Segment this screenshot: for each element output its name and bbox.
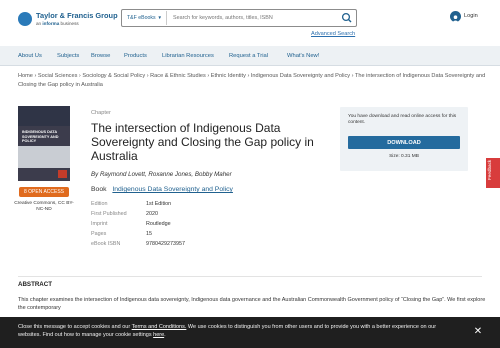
open-access-badge: 8 OPEN ACCESS <box>19 187 69 197</box>
meta-row: eBook ISBN 9780429273957 <box>91 239 261 249</box>
abstract-text: This chapter examines the intersection o… <box>18 297 486 311</box>
cookie-banner: Close this message to accept cookies and… <box>0 317 500 348</box>
meta-value: 15 <box>146 231 152 237</box>
authors: By Raymond Lovett, Roxanne Jones, Bobby … <box>91 171 232 178</box>
nav-request-trial[interactable]: Request a Trial <box>229 53 268 59</box>
cover-art <box>18 146 70 168</box>
search-scope-label: T&F eBooks <box>127 15 156 21</box>
search-icon <box>341 12 352 23</box>
book-title-link[interactable]: Indigenous Data Sovereignty and Policy <box>112 186 233 193</box>
nav-whats-new[interactable]: What's New! <box>287 53 319 59</box>
meta-row: Imprint Routledge <box>91 219 261 229</box>
user-icon <box>450 11 461 23</box>
book-cover-image[interactable]: INDIGENOUS DATA SOVEREIGNTY AND POLICY <box>18 106 70 181</box>
meta-row: First Published 2020 <box>91 209 261 219</box>
meta-key: Imprint <box>91 221 108 227</box>
nav-browse[interactable]: Browse <box>91 53 110 59</box>
page-title: The intersection of Indigenous Data Sove… <box>91 121 314 163</box>
logo-sub-suffix: business <box>60 21 79 26</box>
feedback-label: Feedback <box>487 159 492 180</box>
close-icon[interactable]: ✕ <box>472 326 484 338</box>
meta-row: Edition 1st Edition <box>91 199 261 209</box>
search-scope-select[interactable]: T&F eBooks ▼ <box>123 11 167 25</box>
meta-key: Edition <box>91 201 108 207</box>
meta-value: Routledge <box>146 221 171 227</box>
advanced-search-link[interactable]: Advanced Search <box>311 31 355 37</box>
file-size: Size: 0.31 MB <box>389 154 419 159</box>
cookie-message: Close this message to accept cookies and… <box>18 323 438 340</box>
meta-value: 1st Edition <box>146 201 172 207</box>
meta-value: 9780429273957 <box>146 241 185 247</box>
nav-librarian-resources[interactable]: Librarian Resources <box>162 53 214 59</box>
terms-link[interactable]: Terms and Conditions. <box>132 324 187 330</box>
search-box: T&F eBooks ▼ <box>121 9 357 27</box>
main-nav: About Us Subjects Browse Products Librar… <box>0 46 500 66</box>
book-metadata: Edition 1st Edition First Published 2020… <box>91 199 261 249</box>
cookie-settings-link[interactable]: here <box>153 332 164 338</box>
meta-value: 2020 <box>146 211 158 217</box>
search-button[interactable] <box>339 11 355 25</box>
nav-products[interactable]: Products <box>124 53 147 59</box>
divider <box>18 276 482 277</box>
logo-sub-prefix: an <box>36 21 42 26</box>
cookie-text-part3: . <box>164 332 166 339</box>
search-input[interactable] <box>171 11 337 25</box>
chevron-down-icon: ▼ <box>157 15 163 20</box>
download-panel: You have download and read online access… <box>340 107 468 171</box>
download-button[interactable]: DOWNLOAD <box>348 136 460 149</box>
cover-band <box>18 106 70 126</box>
logo-title: Taylor & Francis Group <box>36 11 118 20</box>
nav-subjects[interactable]: Subjects <box>57 53 79 59</box>
cookie-text-part1: Close this message to accept cookies and… <box>18 324 132 330</box>
logo-subtitle: an informa business <box>36 21 79 26</box>
feedback-tab[interactable]: Feedback <box>486 158 500 188</box>
taylor-francis-logo[interactable]: Taylor & Francis Group an informa busine… <box>18 10 138 36</box>
meta-key: Pages <box>91 231 107 237</box>
cover-title: INDIGENOUS DATA SOVEREIGNTY AND POLICY <box>22 130 59 144</box>
meta-key: eBook ISBN <box>91 241 121 247</box>
meta-key: First Published <box>91 211 127 217</box>
nav-about-us[interactable]: About Us <box>18 53 42 59</box>
chapter-label: Chapter <box>91 110 111 116</box>
login-button[interactable]: Login <box>450 11 490 23</box>
meta-row: Pages 15 <box>91 229 261 239</box>
login-label: Login <box>464 13 478 19</box>
abstract-heading: ABSTRACT <box>18 281 53 288</box>
publisher-badge-icon <box>58 170 67 178</box>
book-key: Book <box>91 186 107 193</box>
license-text[interactable]: Creative Commons, CC BY-NC-ND <box>14 201 74 214</box>
site-header: Taylor & Francis Group an informa busine… <box>0 0 500 46</box>
logo-sub-brand: informa <box>42 21 60 26</box>
breadcrumb[interactable]: Home › Social Sciences › Sociology & Soc… <box>18 72 488 90</box>
logo-mark-icon <box>18 12 32 26</box>
access-message: You have download and read online access… <box>348 114 457 126</box>
book-row: Book Indigenous Data Sovereignty and Pol… <box>91 186 331 193</box>
